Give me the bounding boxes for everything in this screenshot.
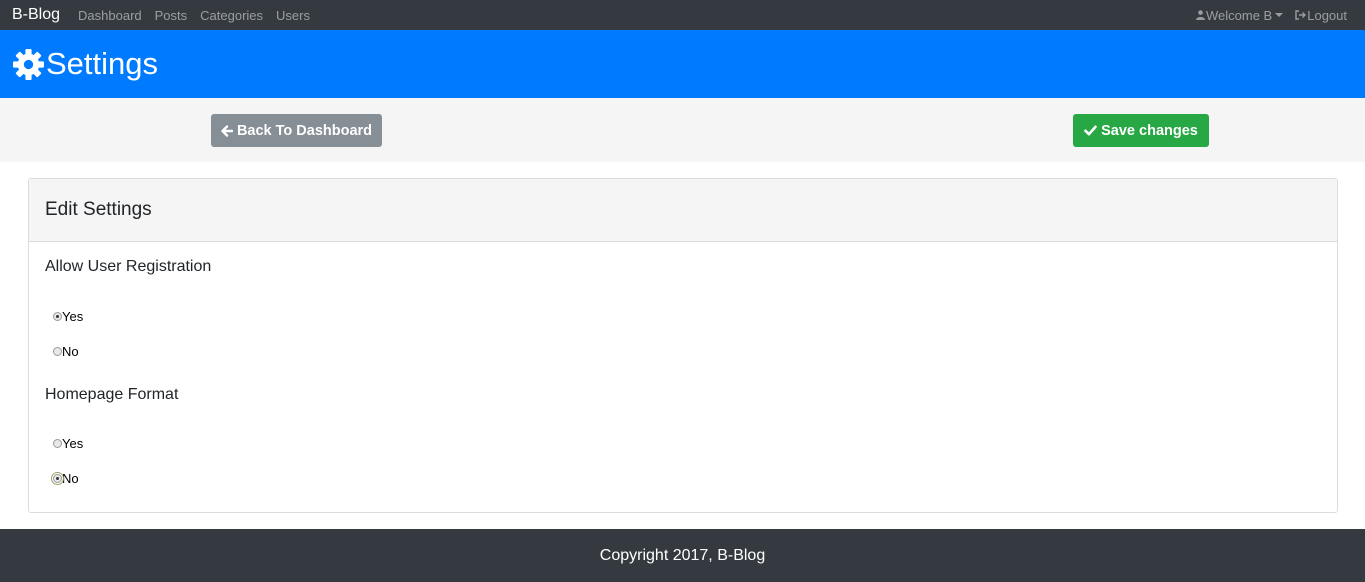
radio-button[interactable] — [51, 472, 64, 485]
page-header: Settings — [0, 30, 1365, 98]
welcome-label: Welcome B — [1206, 7, 1273, 23]
radio-label: Yes — [62, 309, 84, 324]
radio-label: No — [62, 471, 79, 486]
radio-label: No — [62, 344, 79, 359]
user-icon — [1196, 10, 1205, 20]
homepage-format-label: Homepage Format — [45, 386, 179, 403]
card-title: Edit Settings — [45, 199, 152, 220]
nav-link-users[interactable]: Users — [276, 8, 310, 23]
top-navbar: B-Blog Dashboard Posts Categories Users … — [0, 0, 1365, 30]
arrow-left-icon — [221, 124, 233, 137]
page-footer: Copyright 2017, B-Blog — [0, 529, 1365, 582]
allow-registration-label: Allow User Registration — [45, 258, 212, 275]
user-menu-dropdown[interactable]: Welcome B — [1196, 7, 1284, 23]
check-icon — [1084, 125, 1097, 136]
homepage-format-yes-radio[interactable]: Yes — [53, 436, 83, 451]
nav-link-dashboard[interactable]: Dashboard — [78, 8, 142, 23]
gear-icon — [12, 48, 45, 81]
caret-down-icon — [1275, 13, 1284, 17]
back-to-dashboard-button[interactable]: Back To Dashboard — [211, 114, 382, 147]
radio-button[interactable] — [53, 312, 62, 321]
radio-button[interactable] — [53, 439, 62, 448]
logout-link[interactable]: Logout — [1295, 8, 1347, 23]
homepage-format-no-radio[interactable]: No — [51, 471, 79, 486]
allow-registration-yes-radio[interactable]: Yes — [53, 309, 83, 324]
card-header: Edit Settings — [29, 179, 1337, 242]
logout-label: Logout — [1307, 7, 1347, 23]
copyright-text: Copyright 2017, B-Blog — [599, 546, 766, 564]
brand-link[interactable]: B-Blog — [12, 6, 60, 24]
radio-label: Yes — [62, 436, 84, 451]
settings-card: Edit Settings Allow User Registration Ye… — [28, 178, 1338, 513]
back-button-label: Back To Dashboard — [236, 122, 373, 139]
actions-bar: Back To Dashboard Save changes — [0, 98, 1365, 162]
sign-out-icon — [1295, 10, 1307, 20]
allow-registration-no-radio[interactable]: No — [53, 344, 79, 359]
save-button-label: Save changes — [1101, 122, 1198, 139]
radio-button[interactable] — [53, 347, 62, 356]
nav-link-posts[interactable]: Posts — [155, 8, 188, 23]
page-title: Settings — [46, 46, 159, 81]
nav-right: Welcome B Logout — [1196, 0, 1347, 30]
nav-link-categories[interactable]: Categories — [200, 8, 263, 23]
save-changes-button[interactable]: Save changes — [1073, 114, 1209, 147]
